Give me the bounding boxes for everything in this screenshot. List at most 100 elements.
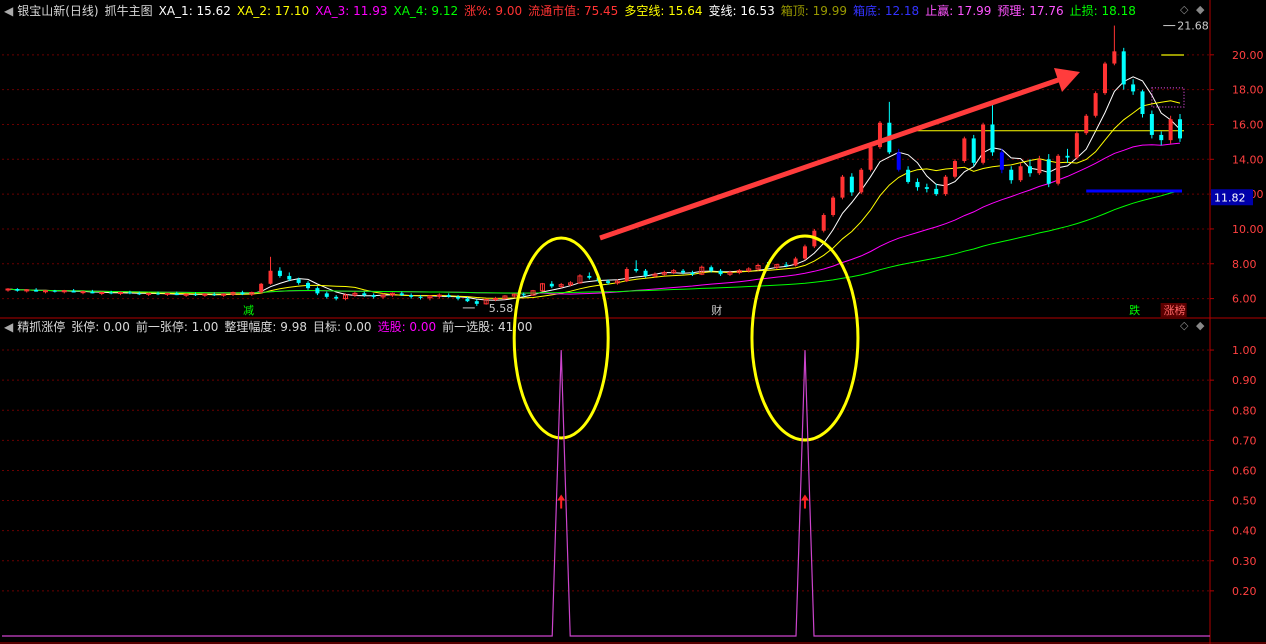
candle-body [606, 281, 611, 283]
ind-ytick-label: 0.70 [1232, 434, 1257, 447]
spike-arrow-head [800, 494, 809, 501]
highlight-ellipse [512, 236, 610, 440]
candle-body [521, 294, 526, 296]
candle-body [971, 138, 976, 163]
candle-body [962, 138, 967, 162]
candle-body [1009, 169, 1014, 181]
ind-ytick-label: 0.20 [1232, 585, 1257, 598]
candle-body [1093, 93, 1098, 116]
candle-body [371, 295, 376, 297]
main-ytick-label: 6.00 [1232, 293, 1257, 306]
candle-body [80, 291, 86, 294]
candle-body [643, 270, 648, 276]
candle-body [5, 288, 11, 291]
ind-ytick-label: 0.50 [1232, 495, 1257, 508]
last-price-tag: 11.82 [1214, 191, 1246, 204]
main-ytick-label: 16.00 [1232, 118, 1264, 131]
candle-body [624, 268, 629, 282]
main-ytick-label: 8.00 [1232, 258, 1257, 271]
candle-body [164, 292, 170, 295]
candle-body [156, 293, 161, 295]
main-ytick-label: 14.00 [1232, 153, 1264, 166]
candle-body [999, 152, 1004, 170]
highlight-ellipse [750, 234, 860, 442]
candle-body [1056, 155, 1061, 184]
ind-ytick-label: 0.60 [1232, 464, 1257, 477]
candle-body [137, 293, 142, 295]
kline-chart-svg: 20.0018.0016.0014.0012.0010.008.006.001.… [0, 0, 1266, 644]
candle-body [1018, 166, 1023, 181]
candle-body [127, 292, 132, 294]
signal-zhangbang: 涨榜 [1164, 303, 1186, 317]
candle-body [61, 290, 67, 293]
candle-body [709, 267, 714, 271]
candle-body [859, 169, 864, 193]
main-ytick-label: 20.00 [1232, 49, 1264, 62]
candle-body [981, 124, 986, 163]
candle-body [1027, 166, 1032, 174]
candle-body [943, 176, 948, 195]
candle-body [1168, 119, 1173, 141]
candle-body [952, 161, 957, 177]
candle-body [15, 289, 20, 291]
candle-body [868, 147, 873, 170]
candle-body [240, 292, 245, 295]
indicator-xuangu-line [2, 350, 1210, 637]
candle-body [287, 275, 292, 280]
candle-body [1121, 51, 1126, 85]
candle-body [296, 279, 301, 283]
candle-body [924, 187, 929, 189]
candle-body [634, 268, 639, 271]
candle-body [896, 152, 901, 170]
candle-body [221, 293, 227, 296]
candle-body [831, 197, 836, 216]
candle-body [418, 296, 423, 298]
candle-body [259, 283, 264, 293]
candle-body [118, 291, 124, 294]
candle-body [1046, 159, 1051, 184]
ind-ytick-label: 0.80 [1232, 404, 1257, 417]
ind-ytick-label: 0.40 [1232, 525, 1257, 538]
high-price-label: 21.68 [1177, 20, 1209, 33]
candle-body [174, 293, 179, 296]
candle-body [446, 295, 451, 297]
low-price-label: 5.58 [489, 302, 514, 315]
signal-cai: 财 [711, 303, 722, 317]
candle-body [784, 264, 789, 266]
candle-body [802, 246, 807, 259]
candle-body [277, 270, 282, 276]
candle-body [24, 289, 30, 292]
candle-body [1084, 115, 1089, 134]
candle-body [334, 296, 339, 299]
candle-body [1065, 155, 1070, 158]
candle-body [43, 290, 49, 293]
candle-body [1159, 134, 1164, 141]
candle-body [268, 270, 273, 284]
candle-body [109, 292, 114, 294]
candle-body [409, 295, 414, 297]
ind-ytick-label: 0.90 [1232, 374, 1257, 387]
candle-body [849, 176, 854, 193]
signal-die: 跌 [1129, 303, 1140, 317]
candle-body [1131, 84, 1136, 92]
spike-arrow-head [557, 494, 566, 501]
candle-body [306, 282, 311, 289]
candle-body [1178, 119, 1182, 139]
candle-body [840, 176, 845, 198]
candle-body [990, 124, 995, 153]
candle-body [212, 294, 217, 296]
main-ytick-label: 18.00 [1232, 84, 1264, 97]
candle-body [465, 298, 470, 302]
candle-body [324, 293, 329, 297]
candle-body [1102, 63, 1107, 94]
canvas-bg [0, 0, 1266, 644]
candle-body [1149, 114, 1154, 135]
candle-body [690, 272, 695, 275]
ind-ytick-label: 1.00 [1232, 344, 1257, 357]
candle-body [193, 294, 198, 296]
candle-body [99, 291, 105, 294]
main-ytick-label: 10.00 [1232, 223, 1264, 236]
candle-body [34, 289, 39, 292]
candle-body [52, 290, 57, 292]
candle-body [1140, 91, 1145, 115]
